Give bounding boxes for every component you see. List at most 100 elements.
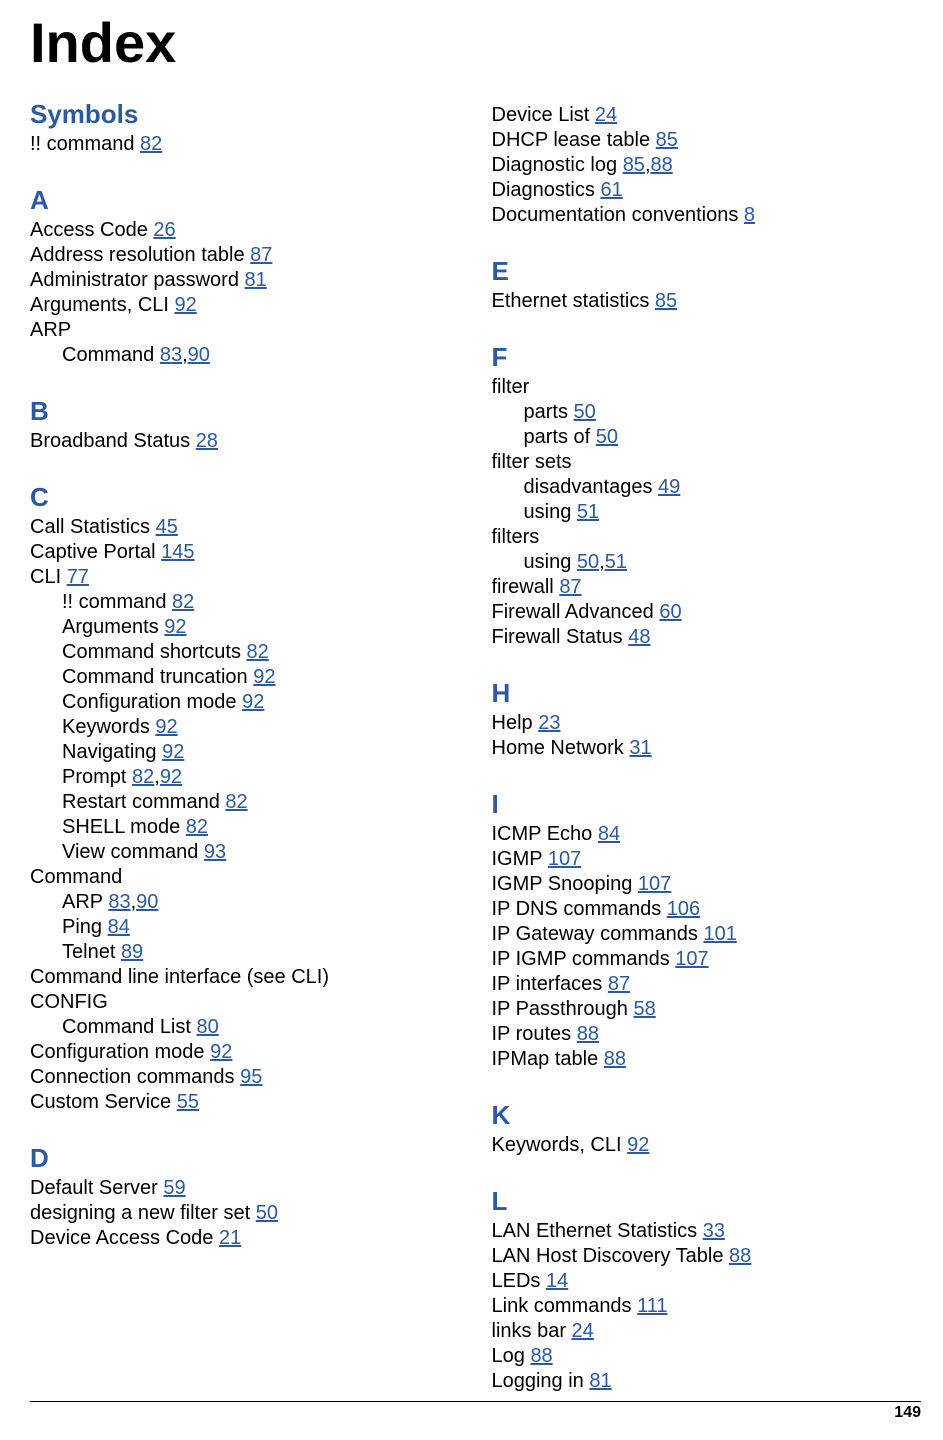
index-page-link[interactable]: 93 — [204, 841, 226, 863]
index-page-link[interactable]: 87 — [559, 576, 581, 598]
index-page-link[interactable]: 24 — [595, 104, 617, 126]
index-pages: 92 — [175, 294, 197, 316]
index-page-link[interactable]: 60 — [659, 601, 681, 623]
index-page-link[interactable]: 107 — [675, 948, 708, 970]
index-pages: 50 — [596, 426, 618, 448]
index-page-link[interactable]: 24 — [572, 1320, 594, 1342]
index-page-link[interactable]: 59 — [163, 1177, 185, 1199]
index-entry: disadvantages 49 — [492, 475, 914, 500]
index-page-link[interactable]: 55 — [177, 1091, 199, 1113]
index-entry: Connection commands 95 — [30, 1065, 452, 1090]
index-page-link[interactable]: 82 — [172, 591, 194, 613]
index-term: View command — [62, 841, 198, 863]
index-page-link[interactable]: 80 — [197, 1016, 219, 1038]
index-pages: 95 — [240, 1066, 262, 1088]
index-page-link[interactable]: 92 — [160, 766, 182, 788]
index-page-link[interactable]: 82 — [132, 766, 154, 788]
index-term: using — [524, 551, 572, 573]
index-page-link[interactable]: 81 — [589, 1370, 611, 1392]
index-page-link[interactable]: 101 — [703, 923, 736, 945]
index-page-link[interactable]: 92 — [175, 294, 197, 316]
index-page-link[interactable]: 145 — [161, 541, 194, 563]
index-page-link[interactable]: 87 — [250, 244, 272, 266]
index-page-link[interactable]: 14 — [546, 1270, 568, 1292]
index-page-link[interactable]: 92 — [162, 741, 184, 763]
index-entry: ICMP Echo 84 — [492, 822, 914, 847]
index-page-link[interactable]: 88 — [604, 1048, 626, 1070]
index-pages: 61 — [600, 179, 622, 201]
index-page-link[interactable]: 50 — [256, 1202, 278, 1224]
index-page-link[interactable]: 81 — [245, 269, 267, 291]
index-letter: E — [492, 256, 914, 287]
index-page-link[interactable]: 88 — [651, 154, 673, 176]
index-letter: B — [30, 396, 452, 427]
index-page-link[interactable]: 92 — [155, 716, 177, 738]
index-entry: DHCP lease table 85 — [492, 128, 914, 153]
index-page-link[interactable]: 50 — [596, 426, 618, 448]
index-section: Device List 24DHCP lease table 85Diagnos… — [492, 103, 914, 228]
index-page-link[interactable]: 82 — [247, 641, 269, 663]
index-page-link[interactable]: 23 — [538, 712, 560, 734]
index-page-link[interactable]: 107 — [548, 848, 581, 870]
index-page-link[interactable]: 107 — [638, 873, 671, 895]
index-page-link[interactable]: 85 — [656, 129, 678, 151]
index-page-link[interactable]: 83 — [160, 344, 182, 366]
index-page-link[interactable]: 84 — [598, 823, 620, 845]
index-page-link[interactable]: 49 — [658, 476, 680, 498]
index-page-link[interactable]: 85 — [655, 290, 677, 312]
index-page-link[interactable]: 92 — [164, 616, 186, 638]
index-page-link[interactable]: 92 — [210, 1041, 232, 1063]
index-letter: F — [492, 342, 914, 373]
index-term: CONFIG — [30, 991, 108, 1013]
index-page-link[interactable]: 83 — [108, 891, 130, 913]
index-page-link[interactable]: 90 — [188, 344, 210, 366]
index-entry: Keywords 92 — [30, 715, 452, 740]
index-page-link[interactable]: 84 — [108, 916, 130, 938]
index-page-link[interactable]: 31 — [629, 737, 651, 759]
index-letter: I — [492, 789, 914, 820]
index-page-link[interactable]: 87 — [608, 973, 630, 995]
index-term: DHCP lease table — [492, 129, 651, 151]
index-entry: Command 83,90 — [30, 343, 452, 368]
index-page-link[interactable]: 88 — [729, 1245, 751, 1267]
index-term: disadvantages — [524, 476, 653, 498]
index-entry: Arguments 92 — [30, 615, 452, 640]
index-page-link[interactable]: 82 — [140, 133, 162, 155]
index-entry: filters — [492, 525, 914, 550]
index-page-link[interactable]: 95 — [240, 1066, 262, 1088]
index-page-link[interactable]: 92 — [253, 666, 275, 688]
index-entry: IP IGMP commands 107 — [492, 947, 914, 972]
index-page-link[interactable]: 8 — [744, 204, 755, 226]
index-page-link[interactable]: 50 — [574, 401, 596, 423]
index-section: DDefault Server 59designing a new filter… — [30, 1143, 452, 1251]
index-page-link[interactable]: 26 — [153, 219, 175, 241]
index-page-link[interactable]: 90 — [136, 891, 158, 913]
index-page-link[interactable]: 85 — [623, 154, 645, 176]
index-term: Connection commands — [30, 1066, 235, 1088]
index-pages: 92 — [162, 741, 184, 763]
index-page-link[interactable]: 92 — [242, 691, 264, 713]
index-page-link[interactable]: 21 — [219, 1227, 241, 1249]
index-page-link[interactable]: 106 — [667, 898, 700, 920]
index-page-link[interactable]: 33 — [703, 1220, 725, 1242]
index-page-link[interactable]: 50 — [577, 551, 599, 573]
index-page-link[interactable]: 88 — [530, 1345, 552, 1367]
index-page-link[interactable]: 58 — [633, 998, 655, 1020]
index-page-link[interactable]: 51 — [605, 551, 627, 573]
index-entry: IP Gateway commands 101 — [492, 922, 914, 947]
index-page-link[interactable]: 89 — [121, 941, 143, 963]
page-number: 149 — [894, 1404, 921, 1421]
index-section: HHelp 23Home Network 31 — [492, 678, 914, 761]
index-page-link[interactable]: 77 — [67, 566, 89, 588]
index-page-link[interactable]: 51 — [577, 501, 599, 523]
index-page-link[interactable]: 92 — [627, 1134, 649, 1156]
index-page-link[interactable]: 61 — [600, 179, 622, 201]
index-page-link[interactable]: 28 — [196, 430, 218, 452]
index-page-link[interactable]: 82 — [186, 816, 208, 838]
index-entry: using 51 — [492, 500, 914, 525]
index-page-link[interactable]: 48 — [628, 626, 650, 648]
index-page-link[interactable]: 45 — [156, 516, 178, 538]
index-page-link[interactable]: 88 — [577, 1023, 599, 1045]
index-page-link[interactable]: 82 — [225, 791, 247, 813]
index-page-link[interactable]: 111 — [637, 1295, 667, 1317]
